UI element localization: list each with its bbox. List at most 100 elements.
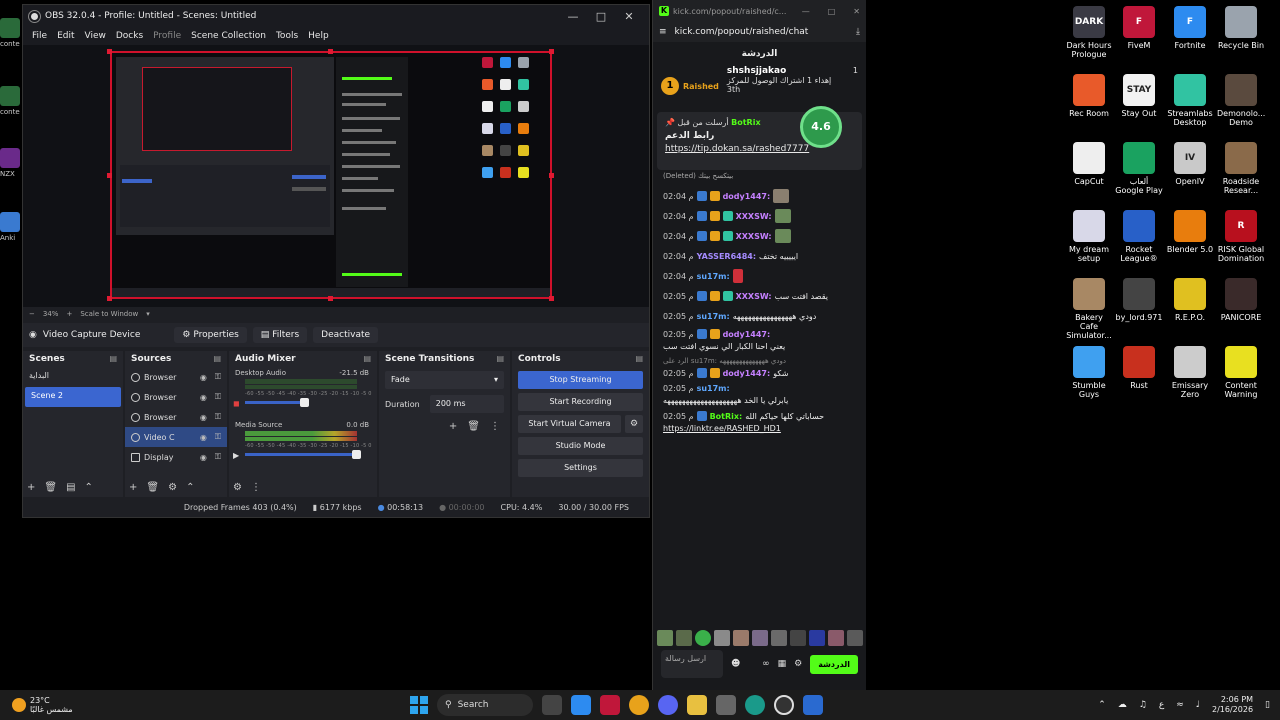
notification-icon[interactable]: ▯: [1265, 700, 1270, 710]
menu-edit[interactable]: Edit: [52, 31, 79, 41]
resize-handle[interactable]: [549, 173, 554, 178]
gift-leaderboard[interactable]: 1 Raished shshsjjakao 1 إهداء 1 اشتراك ا…: [653, 66, 866, 106]
chevron-up-icon[interactable]: ⌃: [1098, 700, 1106, 710]
chat-message[interactable]: 02:05 م su17m: دودي ههههههههههههههههه: [653, 306, 866, 326]
eye-icon[interactable]: ◉: [200, 453, 207, 462]
lock-icon[interactable]: ⚿: [215, 432, 221, 442]
desktop-icon[interactable]: Bakery Cafe Simulator...: [1065, 278, 1113, 340]
volume-icon[interactable]: ♩: [1196, 700, 1200, 710]
volume-slider[interactable]: [245, 398, 309, 407]
emoji-icon[interactable]: ☻: [731, 659, 740, 669]
eye-icon[interactable]: ◉: [200, 413, 207, 422]
chat-message[interactable]: 02:04 م su17m:: [653, 266, 866, 286]
file-explorer-icon[interactable]: [687, 695, 707, 715]
minimize-icon[interactable]: —: [559, 10, 587, 23]
network-icon[interactable]: ☁: [1118, 700, 1127, 710]
zoom-out-icon[interactable]: −: [29, 310, 35, 318]
app-icon[interactable]: [803, 695, 823, 715]
desktop-icon[interactable]: PANICORE: [1217, 278, 1265, 322]
lock-icon[interactable]: ⚿: [215, 412, 221, 422]
desktop-icon-conte-2[interactable]: conte: [0, 86, 22, 116]
volume-slider[interactable]: [245, 450, 361, 459]
emote-icon[interactable]: [771, 630, 787, 646]
undock-icon[interactable]: ▤: [363, 354, 371, 364]
chat-input[interactable]: ارسل رسالة: [661, 650, 723, 678]
transition-select[interactable]: Fade ▾: [385, 371, 504, 389]
trash-icon[interactable]: 🗑: [467, 421, 480, 432]
menu-scene-collection[interactable]: Scene Collection: [186, 31, 271, 41]
lock-icon[interactable]: ⚿: [215, 392, 221, 402]
chevron-up-icon[interactable]: ⌃: [85, 482, 93, 493]
scale-mode[interactable]: Scale to Window: [80, 310, 138, 318]
emote-icon[interactable]: [752, 630, 768, 646]
store-icon[interactable]: [716, 695, 736, 715]
eye-icon[interactable]: ◉: [200, 433, 207, 442]
chat-message[interactable]: الرد على su17m: دودي ههههههههههههههه 02:…: [653, 354, 866, 381]
menu-docks[interactable]: Docks: [111, 31, 148, 41]
more-icon[interactable]: ⋮: [490, 421, 500, 432]
desktop-icon[interactable]: Roadside Resear...: [1217, 142, 1265, 195]
desktop-icon[interactable]: R.E.P.O.: [1166, 278, 1214, 322]
minimize-icon[interactable]: —: [802, 7, 810, 16]
chevron-down-icon[interactable]: ▾: [146, 310, 150, 318]
eye-icon[interactable]: ◉: [200, 373, 207, 382]
desktop-icon[interactable]: Blender 5.0: [1166, 210, 1214, 254]
desktop-icon[interactable]: Rust: [1115, 346, 1163, 390]
lock-icon[interactable]: ⚿: [215, 452, 221, 462]
gear-icon[interactable]: ⚙: [794, 659, 802, 669]
chat-message[interactable]: 02:05 م su17m: يابرلي يا الخد هههههههههه…: [653, 381, 866, 408]
settings-button[interactable]: Settings: [518, 459, 643, 477]
chat-link[interactable]: https://linktr.ee/RASHED_HD1: [663, 424, 856, 433]
send-chat-button[interactable]: الدردشة: [810, 654, 858, 674]
chat-message[interactable]: 02:04 م XXXSW:: [653, 226, 866, 246]
chat-message[interactable]: 02:05 م XXXSW: يقصد افتت سب: [653, 286, 866, 306]
resize-handle[interactable]: [107, 173, 112, 178]
source-item[interactable]: Browser ◉ ⚿: [125, 387, 227, 407]
chat-message[interactable]: 02:05 م dody1447: يعني احنا الكبار الي ن…: [653, 326, 866, 354]
filter-icon[interactable]: ▤: [66, 482, 75, 493]
emote-icon[interactable]: [714, 630, 730, 646]
maximize-icon[interactable]: □: [587, 10, 615, 23]
discord-icon[interactable]: [658, 695, 678, 715]
resize-handle[interactable]: [328, 49, 333, 54]
mixer-settings-icon[interactable]: ⚙: [233, 482, 242, 493]
emote-icon[interactable]: [790, 630, 806, 646]
add-icon[interactable]: +: [449, 421, 457, 432]
microphone-icon[interactable]: ♫: [1139, 700, 1147, 710]
address-bar[interactable]: ≡ kick.com/popout/raished/chat ⤓: [653, 22, 866, 42]
gear-icon[interactable]: ⚙: [625, 415, 643, 433]
menu-view[interactable]: View: [80, 31, 111, 41]
desktop-icon[interactable]: ألعاب Google Play: [1115, 142, 1163, 195]
source-item[interactable]: Browser ◉ ⚿: [125, 407, 227, 427]
desktop-icon[interactable]: IV OpenIV: [1166, 142, 1214, 186]
clock[interactable]: 2:06 PM 2/16/2026: [1212, 695, 1253, 715]
chrome-icon[interactable]: [629, 695, 649, 715]
emote-icon[interactable]: [733, 630, 749, 646]
chevron-up-icon[interactable]: ⌃: [186, 482, 194, 493]
emote-icon[interactable]: [828, 630, 844, 646]
emote-icon[interactable]: [657, 630, 673, 646]
desktop-icon[interactable]: Rocket League®: [1115, 210, 1163, 263]
windows-start-icon[interactable]: [410, 696, 428, 714]
menu-profile[interactable]: Profile: [148, 31, 186, 41]
desktop-icon[interactable]: Stumble Guys: [1065, 346, 1113, 399]
chat-message[interactable]: 02:05 م BotRix: حساباتي كلها حياكم الله …: [653, 408, 866, 436]
add-icon[interactable]: +: [27, 482, 35, 493]
desktop-icon[interactable]: by_lord.971: [1115, 278, 1163, 322]
wifi-icon[interactable]: ≈: [1176, 700, 1184, 710]
undock-icon[interactable]: ▤: [109, 354, 117, 364]
desktop-icon[interactable]: Recycle Bin: [1217, 6, 1265, 50]
site-settings-icon[interactable]: ≡: [659, 27, 667, 37]
filters-button[interactable]: ▤ Filters: [252, 327, 308, 343]
source-item-selected[interactable]: Video C ◉ ⚿: [125, 427, 227, 447]
close-icon[interactable]: ✕: [853, 7, 860, 16]
scene-item-selected[interactable]: Scene 2: [25, 387, 121, 407]
weather-widget[interactable]: 23°C مشمس غالبًا: [0, 696, 300, 714]
undock-icon[interactable]: ▤: [635, 354, 643, 364]
source-item[interactable]: Display ◉ ⚿: [125, 447, 227, 467]
resize-handle[interactable]: [549, 49, 554, 54]
desktop-icon[interactable]: Content Warning: [1217, 346, 1265, 399]
zoom-in-icon[interactable]: +: [66, 310, 72, 318]
undock-icon[interactable]: ▤: [213, 354, 221, 364]
edge-icon[interactable]: [745, 695, 765, 715]
